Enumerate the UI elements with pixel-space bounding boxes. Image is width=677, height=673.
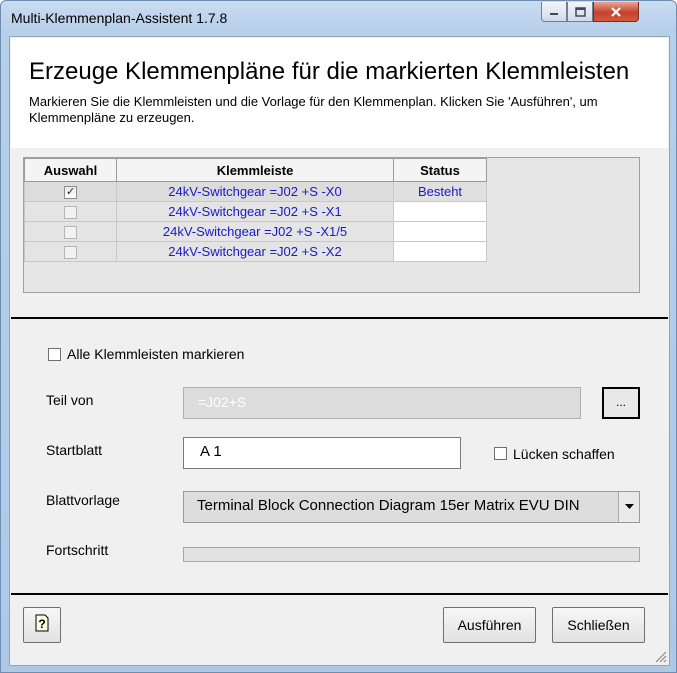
close-icon bbox=[611, 6, 621, 17]
blattvorlage-select[interactable]: Terminal Block Connection Diagram 15er M… bbox=[183, 491, 640, 523]
column-header-auswahl[interactable]: Auswahl bbox=[24, 158, 117, 182]
window-title: Multi-Klemmenplan-Assistent 1.7.8 bbox=[11, 10, 228, 26]
page-description: Markieren Sie die Klemmleisten und die V… bbox=[29, 94, 598, 125]
table-row[interactable]: 24kV-Switchgear =J02 +S -X1/5 bbox=[24, 221, 487, 242]
dialog-window: Multi-Klemmenplan-Assistent 1.7.8 Erzeug… bbox=[0, 0, 677, 673]
dialog-body: Erzeuge Klemmenpläne für die markierten … bbox=[9, 36, 670, 666]
select-all-checkbox[interactable] bbox=[48, 348, 61, 361]
help-icon: ? bbox=[35, 614, 49, 632]
close-window-button[interactable] bbox=[593, 2, 639, 22]
table-header-row: Auswahl Klemmleiste Status bbox=[24, 158, 487, 182]
header-panel: Erzeuge Klemmenpläne für die markierten … bbox=[11, 38, 668, 148]
klemmleiste-cell[interactable]: 24kV-Switchgear =J02 +S -X1 bbox=[116, 201, 394, 222]
run-button[interactable]: Ausführen bbox=[443, 607, 536, 643]
maximize-button[interactable] bbox=[567, 2, 593, 22]
auswahl-cell[interactable] bbox=[24, 241, 117, 262]
fortschritt-label: Fortschritt bbox=[46, 542, 109, 558]
separator bbox=[11, 593, 668, 595]
check-icon: ✓ bbox=[66, 186, 76, 199]
status-cell bbox=[393, 201, 487, 222]
blattvorlage-value: Terminal Block Connection Diagram 15er M… bbox=[197, 497, 580, 514]
select-all-label[interactable]: Alle Klemmleisten markieren bbox=[67, 346, 244, 362]
status-cell bbox=[393, 221, 487, 242]
auswahl-cell[interactable]: ✓ bbox=[24, 181, 117, 202]
minimize-button[interactable] bbox=[541, 2, 567, 22]
startblatt-input[interactable]: A 1 bbox=[183, 437, 461, 469]
dropdown-button[interactable] bbox=[618, 492, 639, 522]
help-button[interactable]: ? bbox=[23, 607, 61, 643]
teil-von-field: =J02+S bbox=[183, 387, 581, 419]
column-header-status[interactable]: Status bbox=[393, 158, 487, 182]
help-icon-glyph: ? bbox=[38, 617, 45, 631]
luecken-label[interactable]: Lücken schaffen bbox=[513, 446, 615, 462]
auswahl-cell[interactable] bbox=[24, 221, 117, 242]
terminal-strip-table: Auswahl Klemmleiste Status ✓ 24kV-Switch… bbox=[23, 157, 640, 293]
separator bbox=[11, 317, 668, 319]
resize-grip-icon[interactable] bbox=[653, 649, 667, 663]
klemmleiste-cell[interactable]: 24kV-Switchgear =J02 +S -X2 bbox=[116, 241, 394, 262]
maximize-icon bbox=[574, 6, 586, 17]
table-row[interactable]: ✓ 24kV-Switchgear =J02 +S -X0 Besteht bbox=[24, 181, 487, 202]
status-cell bbox=[393, 241, 487, 262]
luecken-checkbox[interactable] bbox=[494, 447, 507, 460]
blattvorlage-label: Blattvorlage bbox=[46, 492, 120, 508]
startblatt-label: Startblatt bbox=[46, 442, 103, 458]
row-checkbox[interactable] bbox=[64, 206, 77, 220]
auswahl-cell[interactable] bbox=[24, 201, 117, 222]
status-cell: Besteht bbox=[393, 181, 487, 202]
terminal-strip-grid: Auswahl Klemmleiste Status ✓ 24kV-Switch… bbox=[24, 158, 487, 262]
chevron-down-icon bbox=[624, 504, 634, 509]
close-button[interactable]: Schließen bbox=[552, 607, 645, 643]
browse-button[interactable]: ... bbox=[602, 387, 640, 419]
row-checkbox[interactable] bbox=[64, 226, 77, 240]
column-header-klemmleiste[interactable]: Klemmleiste bbox=[116, 158, 394, 182]
table-row[interactable]: 24kV-Switchgear =J02 +S -X1 bbox=[24, 201, 487, 222]
page-title: Erzeuge Klemmenpläne für die markierten … bbox=[29, 58, 630, 85]
minimize-icon bbox=[550, 12, 558, 15]
klemmleiste-cell[interactable]: 24kV-Switchgear =J02 +S -X0 bbox=[116, 181, 394, 202]
row-checkbox[interactable] bbox=[64, 246, 77, 260]
row-checkbox[interactable]: ✓ bbox=[64, 186, 77, 200]
teil-von-label: Teil von bbox=[46, 392, 94, 408]
klemmleiste-cell[interactable]: 24kV-Switchgear =J02 +S -X1/5 bbox=[116, 221, 394, 242]
progress-bar bbox=[183, 547, 640, 562]
table-row[interactable]: 24kV-Switchgear =J02 +S -X2 bbox=[24, 241, 487, 262]
title-bar[interactable]: Multi-Klemmenplan-Assistent 1.7.8 bbox=[1, 1, 676, 35]
